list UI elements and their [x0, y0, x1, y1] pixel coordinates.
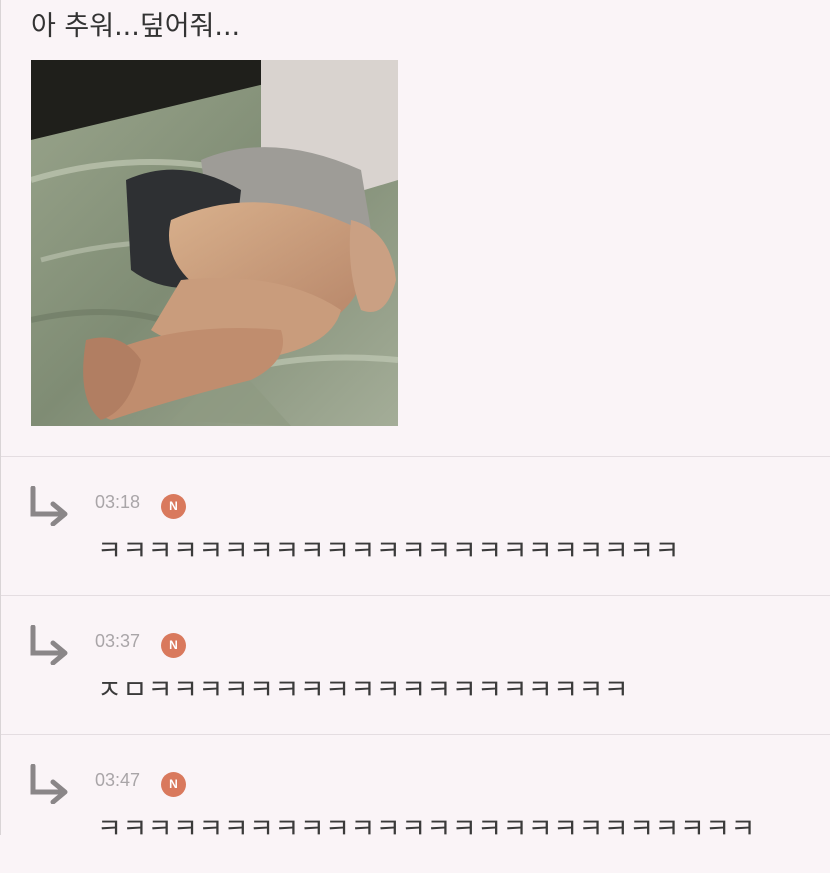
comment-item: 03:47 N ㅋㅋㅋㅋㅋㅋㅋㅋㅋㅋㅋㅋㅋㅋㅋㅋㅋㅋㅋㅋㅋㅋㅋㅋㅋㅋ	[1, 735, 830, 873]
bed-photo-illustration	[31, 60, 398, 426]
reply-arrow-icon	[30, 486, 68, 526]
post-image[interactable]	[31, 60, 398, 426]
comment-item: 03:37 N ㅈㅁㅋㅋㅋㅋㅋㅋㅋㅋㅋㅋㅋㅋㅋㅋㅋㅋㅋㅋㅋ	[1, 596, 830, 734]
comment-item: 03:18 N ㅋㅋㅋㅋㅋㅋㅋㅋㅋㅋㅋㅋㅋㅋㅋㅋㅋㅋㅋㅋㅋㅋㅋ	[1, 457, 830, 595]
comment-text: ㅋㅋㅋㅋㅋㅋㅋㅋㅋㅋㅋㅋㅋㅋㅋㅋㅋㅋㅋㅋㅋㅋㅋ	[97, 536, 680, 567]
comment-timestamp: 03:18	[95, 492, 141, 512]
comment-text: ㅋㅋㅋㅋㅋㅋㅋㅋㅋㅋㅋㅋㅋㅋㅋㅋㅋㅋㅋㅋㅋㅋㅋㅋㅋㅋ	[97, 814, 756, 845]
post-text: 아 추워...덮어줘...	[31, 11, 241, 42]
comment-timestamp: 03:37	[95, 631, 141, 651]
comment-timestamp: 03:47	[95, 770, 141, 790]
comment-text: ㅈㅁㅋㅋㅋㅋㅋㅋㅋㅋㅋㅋㅋㅋㅋㅋㅋㅋㅋㅋㅋ	[97, 675, 630, 706]
new-badge-icon: N	[161, 772, 186, 797]
reply-arrow-icon	[30, 625, 68, 665]
reply-arrow-icon	[30, 764, 68, 804]
new-badge-icon: N	[161, 494, 186, 519]
new-badge-icon: N	[161, 633, 186, 658]
post-container: 아 추워...덮어줘... 03:18 N ㅋㅋㅋㅋㅋㅋㅋㅋㅋㅋㅋㅋㅋㅋㅋㅋㅋㅋ…	[0, 0, 830, 845]
